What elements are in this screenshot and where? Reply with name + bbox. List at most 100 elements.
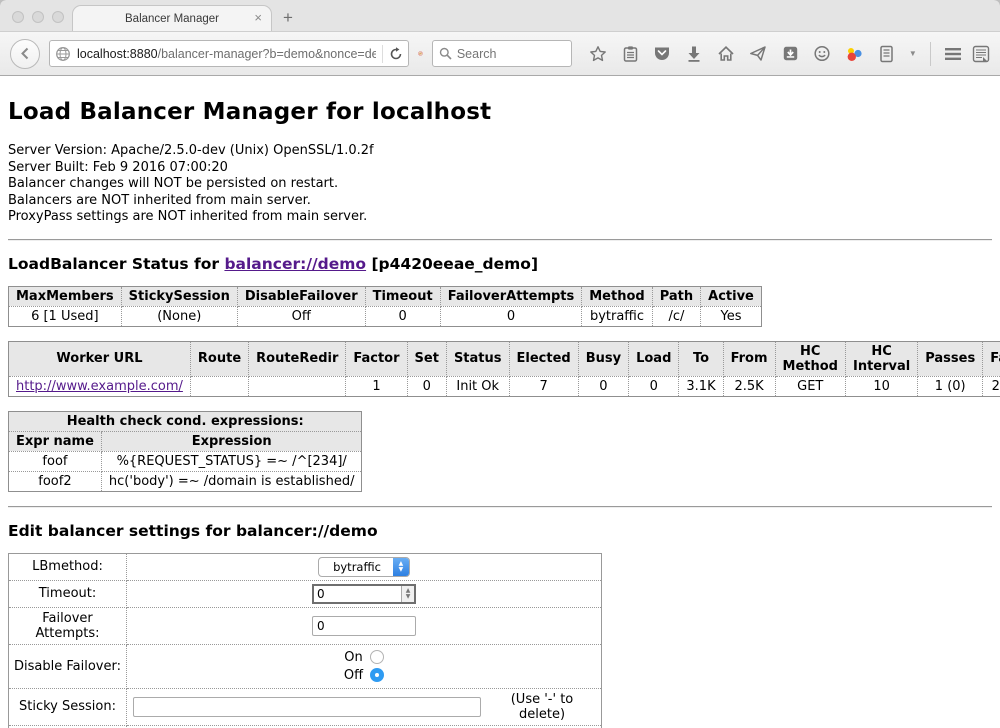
images-blocked-icon[interactable]: [418, 43, 423, 64]
worker-url-link[interactable]: http://www.example.com/: [16, 379, 183, 394]
reload-icon[interactable]: [389, 47, 403, 61]
lbmethod-row: LBmethod: bytraffic ▲▼: [9, 553, 602, 580]
new-tab-button[interactable]: +: [283, 8, 293, 28]
col-busy: Busy: [578, 341, 628, 376]
minimize-window-button[interactable]: [32, 11, 44, 23]
url-bar[interactable]: localhost:8880/balancer-manager?b=demo&n…: [49, 40, 409, 67]
col-routeredir: RouteRedir: [249, 341, 346, 376]
status-heading: LoadBalancer Status for balancer://demo …: [8, 255, 992, 273]
colored-dots-extension-icon[interactable]: [845, 44, 864, 63]
disable-failover-row: Disable Failover: On Off: [9, 644, 602, 688]
cell-factor: 1: [346, 376, 407, 396]
radio-on-label: On: [344, 650, 362, 665]
divider: [8, 239, 992, 241]
search-bar[interactable]: [432, 40, 572, 67]
radio-off-label: Off: [344, 668, 363, 683]
page-content: Load Balancer Manager for localhost Serv…: [0, 76, 1000, 728]
col-worker-url: Worker URL: [9, 341, 191, 376]
hc-row: foof2 hc('body') =~ /domain is establish…: [9, 471, 362, 491]
status-heading-prefix: LoadBalancer Status for: [8, 255, 224, 273]
radio-on[interactable]: [370, 650, 384, 664]
cell-stickysession: (None): [121, 306, 237, 326]
close-window-button[interactable]: [12, 11, 24, 23]
home-icon[interactable]: [717, 44, 736, 63]
sticky-session-row: Sticky Session: (Use '-' to delete): [9, 688, 602, 725]
cell-route: [190, 376, 248, 396]
tab-balancer-manager[interactable]: Balancer Manager ×: [72, 5, 272, 31]
timeout-label: Timeout:: [9, 580, 127, 607]
note-inherit-proxypass: ProxyPass settings are NOT inherited fro…: [8, 209, 992, 226]
tab-close-icon[interactable]: ×: [254, 11, 262, 25]
url-separator: [382, 45, 383, 63]
failover-attempts-input[interactable]: [312, 616, 416, 636]
tile-pages-icon[interactable]: [971, 44, 990, 63]
archive-drawer-icon[interactable]: [877, 44, 896, 63]
cell-routeredir: [249, 376, 346, 396]
col-active: Active: [701, 286, 762, 306]
timeout-row: Timeout: ▲▼: [9, 580, 602, 607]
sticky-session-hint: (Use '-' to delete): [489, 692, 595, 722]
tab-title: Balancer Manager: [125, 13, 219, 25]
failover-attempts-row: Failover Attempts:: [9, 607, 602, 644]
failover-attempts-label: Failover Attempts:: [9, 607, 127, 644]
table-row: 6 [1 Used] (None) Off 0 0 bytraffic /c/ …: [9, 306, 762, 326]
reading-list-icon[interactable]: [621, 44, 640, 63]
cell-status: Init Ok: [446, 376, 509, 396]
balancer-demo-link[interactable]: balancer://demo: [224, 255, 366, 273]
col-route: Route: [190, 341, 248, 376]
radio-off[interactable]: [370, 668, 384, 682]
chat-smiley-icon[interactable]: [813, 44, 832, 63]
lbmethod-select[interactable]: bytraffic ▲▼: [318, 557, 410, 577]
cell-passes: 1 (0): [918, 376, 983, 396]
url-domain: localhost:8880: [77, 47, 158, 61]
search-input[interactable]: [457, 47, 547, 61]
url-text[interactable]: localhost:8880/balancer-manager?b=demo&n…: [77, 47, 376, 61]
lbmethod-selected-value: bytraffic: [319, 560, 393, 574]
col-maxmembers: MaxMembers: [9, 286, 122, 306]
sticky-session-input[interactable]: [133, 697, 481, 717]
url-path: /balancer-manager?b=demo&nonce=decc37be-…: [158, 47, 376, 61]
number-spinner-icon[interactable]: ▲▼: [401, 586, 414, 602]
hc-header-row: Expr name Expression: [9, 431, 362, 451]
col-hc-method: HC Method: [775, 341, 845, 376]
search-icon: [439, 47, 452, 60]
pocket-icon[interactable]: [653, 44, 672, 63]
timeout-input[interactable]: [314, 586, 401, 602]
balancer-status-table: MaxMembers StickySession DisableFailover…: [8, 286, 762, 327]
col-timeout: Timeout: [365, 286, 440, 306]
worker-status-table: Worker URL Route RouteRedir Factor Set S…: [8, 341, 1000, 397]
hc-title-row: Health check cond. expressions:: [9, 411, 362, 431]
server-built: Server Built: Feb 9 2016 07:00:20: [8, 160, 992, 177]
menu-hamburger-icon[interactable]: [943, 44, 962, 63]
save-to-device-icon[interactable]: [781, 44, 800, 63]
zoom-window-button[interactable]: [52, 11, 64, 23]
chevron-down-icon[interactable]: ▼: [909, 49, 917, 58]
table-header-row: MaxMembers StickySession DisableFailover…: [9, 286, 762, 306]
bookmark-star-icon[interactable]: [589, 44, 608, 63]
cell-from: 2.5K: [723, 376, 775, 396]
note-inherit-balancers: Balancers are NOT inherited from main se…: [8, 193, 992, 210]
edit-settings-heading: Edit balancer settings for balancer://de…: [8, 522, 992, 540]
col-method: Method: [582, 286, 652, 306]
balancer-settings-form: LBmethod: bytraffic ▲▼ Timeout: ▲▼: [8, 553, 602, 728]
cell-failoverattempts: 0: [440, 306, 582, 326]
send-page-icon[interactable]: [749, 44, 768, 63]
cell-worker-url: http://www.example.com/: [9, 376, 191, 396]
server-version: Server Version: Apache/2.5.0-dev (Unix) …: [8, 143, 992, 160]
back-button[interactable]: [10, 39, 40, 69]
health-check-table: Health check cond. expressions: Expr nam…: [8, 411, 362, 492]
navigation-toolbar: localhost:8880/balancer-manager?b=demo&n…: [0, 31, 1000, 76]
note-persist: Balancer changes will NOT be persisted o…: [8, 176, 992, 193]
cell-active: Yes: [701, 306, 762, 326]
disable-failover-label: Disable Failover:: [9, 644, 127, 688]
col-failoverattempts: FailoverAttempts: [440, 286, 582, 306]
hc-table-title: Health check cond. expressions:: [9, 411, 362, 431]
server-info: Server Version: Apache/2.5.0-dev (Unix) …: [8, 143, 992, 226]
download-icon[interactable]: [685, 44, 704, 63]
timeout-input-wrapper: ▲▼: [312, 584, 416, 604]
sticky-session-label: Sticky Session:: [9, 688, 127, 725]
cell-expr-name: foof2: [9, 471, 102, 491]
tab-bar: Balancer Manager × +: [0, 0, 1000, 31]
col-elected: Elected: [509, 341, 578, 376]
worker-row: http://www.example.com/ 1 0 Init Ok 7 0 …: [9, 376, 1000, 396]
